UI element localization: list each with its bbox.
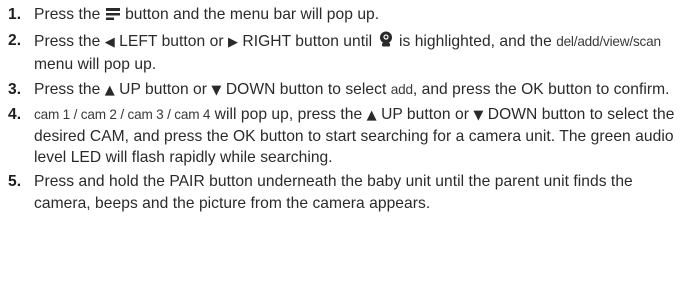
step-1: 1. Press the button and the menu bar wil… <box>8 4 678 27</box>
step-number: 3. <box>8 80 22 98</box>
step-number: 4. <box>8 105 22 123</box>
step-text: cam 1 / cam 2 / cam 3 / cam 4 will pop u… <box>34 105 675 167</box>
left-arrow-icon: ◀ <box>104 35 115 51</box>
step-4: 4. cam 1 / cam 2 / cam 3 / cam 4 will po… <box>8 104 678 169</box>
down-arrow-icon: ▼ <box>473 107 484 123</box>
instruction-steps: 1. Press the button and the menu bar wil… <box>0 0 678 214</box>
add-option-label: add <box>390 81 413 97</box>
step-2: 2. Press the ◀ LEFT button or ▶ RIGHT bu… <box>8 30 678 75</box>
up-arrow-icon: ▲ <box>104 82 115 98</box>
right-arrow-icon: ▶ <box>227 35 239 51</box>
step-number: 5. <box>8 173 22 191</box>
step-3: 3. Press the ▲ UP button or ▼ DOWN butto… <box>8 79 678 101</box>
menu-options-label: del/add/view/scan <box>556 34 661 50</box>
down-arrow-icon: ▼ <box>211 82 222 98</box>
step-number: 1. <box>8 6 22 23</box>
camera-icon <box>377 30 395 54</box>
step-text: Press the button and the menu bar will p… <box>34 4 678 27</box>
step-text: Press the ◀ LEFT button or ▶ RIGHT butto… <box>34 30 678 75</box>
step-text: Press and hold the PAIR button underneat… <box>34 173 633 212</box>
step-5: 5. Press and hold the PAIR button undern… <box>8 171 678 213</box>
up-arrow-icon: ▲ <box>366 107 377 123</box>
menu-icon <box>105 6 121 27</box>
step-number: 2. <box>8 32 22 50</box>
step-text: Press the ▲ UP button or ▼ DOWN button t… <box>34 80 670 98</box>
cam-options-label: cam 1 / cam 2 / cam 3 / cam 4 <box>34 106 211 122</box>
